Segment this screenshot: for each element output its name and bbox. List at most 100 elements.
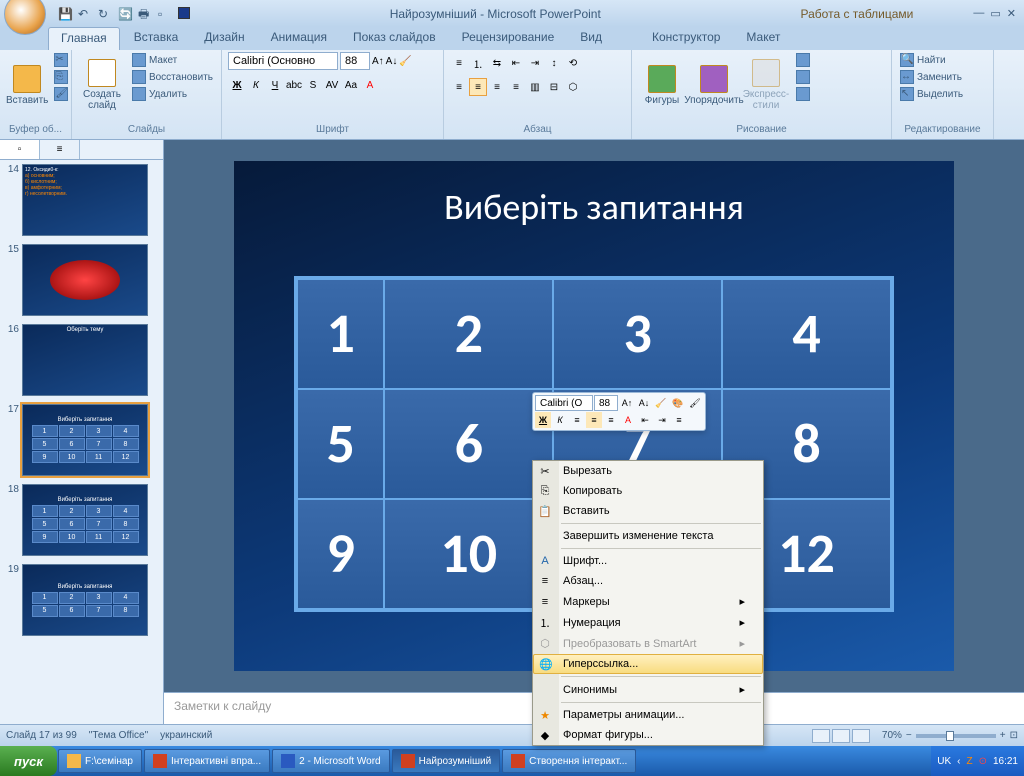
paste-button[interactable]: Вставить [6, 52, 48, 118]
strike-button[interactable]: abc [285, 76, 303, 94]
mini-style-icon[interactable]: 🎨 [670, 395, 686, 411]
tab-home[interactable]: Главная [48, 27, 120, 50]
ctx-hyperlink[interactable]: 🌐Гиперссылка... [533, 654, 763, 674]
thumb-18[interactable]: Виберіть запитання123456789101112 [22, 484, 148, 556]
taskbar-item-1[interactable]: F:\семінар [58, 749, 142, 773]
mini-align-right-button[interactable]: ≡ [603, 412, 619, 428]
ctx-cut[interactable]: ✂Вырезать [533, 461, 763, 481]
align-text-button[interactable]: ⊟ [545, 78, 563, 96]
cell-5[interactable]: 5 [297, 389, 384, 499]
ctx-synonyms[interactable]: Синонимы▸ [533, 679, 763, 700]
shrink-font-icon[interactable]: A↓ [386, 56, 398, 67]
mini-shrink-font-icon[interactable]: A↓ [636, 395, 652, 411]
ctx-copy[interactable]: ⎘Копировать [533, 481, 763, 501]
find-button[interactable]: 🔍Найти [898, 52, 965, 68]
print-icon[interactable]: 🖶 [138, 7, 152, 21]
spacing-button[interactable]: AV [323, 76, 341, 94]
taskbar-item-2[interactable]: Інтерактивні впра... [144, 749, 270, 773]
tray-icon-1[interactable]: Z [966, 756, 972, 767]
ctx-font[interactable]: AШрифт... [533, 551, 763, 571]
thumb-17[interactable]: Виберіть запитання123456789101112 [22, 404, 148, 476]
numbering-button[interactable]: ⒈ [469, 54, 487, 72]
reset-button[interactable]: Восстановить [130, 69, 215, 85]
new-icon[interactable]: ▫ [158, 7, 172, 21]
tab-table-design[interactable]: Конструктор [640, 27, 732, 50]
zoom-out-button[interactable]: − [906, 730, 912, 741]
color-swatch-icon[interactable] [178, 7, 190, 19]
outline-tab[interactable]: ≡ [40, 140, 80, 159]
underline-button[interactable]: Ч [266, 76, 284, 94]
ctx-numbering[interactable]: ⒈Нумерация▸ [533, 612, 763, 633]
line-spacing-button[interactable]: ↕ [545, 54, 563, 72]
maximize-button[interactable]: ▭ [990, 7, 1000, 20]
cell-3[interactable]: 3 [553, 279, 722, 389]
cut-button[interactable]: ✂ [52, 52, 70, 68]
text-direction-button[interactable]: ⟲ [564, 54, 582, 72]
shape-outline-button[interactable] [794, 69, 812, 85]
mini-italic-button[interactable]: К [552, 412, 568, 428]
clear-format-icon[interactable]: 🧹 [399, 56, 411, 67]
mini-align-left-button[interactable]: ≡ [569, 412, 585, 428]
case-button[interactable]: Aa [342, 76, 360, 94]
cell-9[interactable]: 9 [297, 499, 384, 609]
smartart-button[interactable]: ⬡ [564, 78, 582, 96]
tab-design[interactable]: Дизайн [192, 27, 256, 50]
bold-button[interactable]: Ж [228, 76, 246, 94]
mini-indent-dec-button[interactable]: ⇤ [637, 412, 653, 428]
tray-chevron-icon[interactable]: ‹ [957, 756, 960, 767]
mini-indent-inc-button[interactable]: ⇥ [654, 412, 670, 428]
tab-view[interactable]: Вид [568, 27, 614, 50]
cell-1[interactable]: 1 [297, 279, 384, 389]
ctx-format-shape[interactable]: ◆Формат фигуры... [533, 725, 763, 745]
shape-effects-button[interactable] [794, 86, 812, 102]
ctx-animation-params[interactable]: ★Параметры анимации... [533, 705, 763, 725]
mini-font-combo[interactable]: Calibri (О [535, 395, 593, 411]
font-size-combo[interactable]: 88 [340, 52, 370, 70]
shapes-button[interactable]: Фигуры [638, 52, 686, 118]
tab-animation[interactable]: Анимация [259, 27, 339, 50]
thumb-19[interactable]: Виберіть запитання12345678 [22, 564, 148, 636]
repeat-icon[interactable]: 🔄 [118, 7, 132, 21]
zoom-slider[interactable] [916, 734, 996, 738]
tray-clock[interactable]: 16:21 [993, 756, 1018, 767]
zoom-in-button[interactable]: + [1000, 730, 1006, 741]
fit-button[interactable]: ⊡ [1010, 730, 1018, 741]
sorter-view-button[interactable] [832, 729, 850, 743]
normal-view-button[interactable] [812, 729, 830, 743]
ctx-end-edit[interactable]: Завершить изменение текста [533, 526, 763, 546]
cell-6[interactable]: 6 [384, 389, 553, 499]
slide-title[interactable]: Виберіть запитання [234, 161, 954, 229]
cell-10[interactable]: 10 [384, 499, 553, 609]
slideshow-view-button[interactable] [852, 729, 870, 743]
thumb-14[interactable]: 12. Оксиди0-к:а) основним;б) кислотним;в… [22, 164, 148, 236]
start-button[interactable]: пуск [0, 746, 57, 776]
increase-indent-button[interactable]: ⇥ [526, 54, 544, 72]
close-button[interactable]: ✕ [1007, 7, 1016, 20]
mini-clear-icon[interactable]: 🧹 [653, 395, 669, 411]
minimize-button[interactable]: — [973, 7, 984, 20]
tray-icon-2[interactable]: ⊙ [979, 756, 987, 767]
tab-slideshow[interactable]: Показ слайдов [341, 27, 448, 50]
mini-grow-font-icon[interactable]: A↑ [619, 395, 635, 411]
ctx-paste[interactable]: 📋Вставить [533, 501, 763, 521]
tab-table-layout[interactable]: Макет [734, 27, 792, 50]
shape-fill-button[interactable] [794, 52, 812, 68]
bullets-button[interactable]: ≡ [450, 54, 468, 72]
zoom-value[interactable]: 70% [882, 730, 902, 741]
save-icon[interactable]: 💾 [58, 7, 72, 21]
tab-review[interactable]: Рецензирование [450, 27, 567, 50]
justify-button[interactable]: ≡ [507, 78, 525, 96]
decrease-indent-button[interactable]: ⇤ [507, 54, 525, 72]
delete-slide-button[interactable]: Удалить [130, 86, 215, 102]
replace-button[interactable]: ↔Заменить [898, 69, 965, 85]
ctx-paragraph[interactable]: ≡Абзац... [533, 571, 763, 591]
taskbar-item-4[interactable]: Найрозумніший [392, 749, 501, 773]
italic-button[interactable]: К [247, 76, 265, 94]
quick-styles-button[interactable]: Экспресс-стили [742, 52, 790, 118]
cell-4[interactable]: 4 [722, 279, 891, 389]
format-painter-button[interactable]: 🖌 [52, 86, 70, 102]
shadow-button[interactable]: S [304, 76, 322, 94]
tray-lang[interactable]: UK [937, 756, 951, 767]
taskbar-item-5[interactable]: Створення інтеракт... [502, 749, 636, 773]
redo-icon[interactable]: ↻ [98, 7, 112, 21]
